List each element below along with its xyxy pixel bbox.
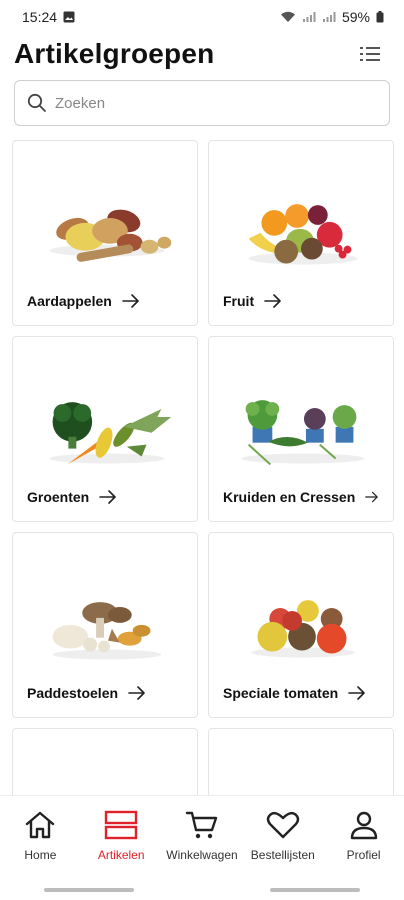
herbs-image [241,400,365,466]
heart-icon [266,811,299,839]
category-label: Aardappelen [27,293,112,309]
arrow-right-icon [122,294,139,308]
arrow-right-icon [348,686,365,700]
arrow-right-icon [365,491,379,503]
category-label: Speciale tomaten [223,685,339,701]
gallery-notification-icon [63,11,75,23]
card-footer: Fruit [223,293,379,309]
signal-icon-2 [322,12,336,22]
search-bar[interactable] [14,80,390,126]
category-grid: Aardappelen Fruit Groenten Kruiden en Cr… [12,140,394,795]
category-label: Paddestoelen [27,685,119,701]
card-footer: Aardappelen [27,293,183,309]
vegetables-image [49,402,172,465]
arrow-right-icon [128,686,145,700]
list-view-toggle[interactable] [358,42,382,66]
gesture-bar-left [44,888,134,892]
page-title: Artikelgroepen [14,38,215,69]
category-card-paddestoelen[interactable]: Paddestoelen [12,532,198,718]
status-right: 59% [280,9,384,25]
profile-icon [350,811,377,840]
list-icon [360,47,380,61]
nav-label: Profiel [346,848,381,862]
arrow-right-icon [264,294,281,308]
nav-label: Artikelen [97,848,145,862]
category-card-groenten[interactable]: Groenten [12,336,198,522]
fruit-image [248,204,358,265]
category-card-aardappelen[interactable]: Aardappelen [12,140,198,326]
nav-label: Bestellijsten [250,848,315,862]
category-label: Groenten [27,489,90,505]
card-footer: Speciale tomaten [223,685,379,701]
status-left: 15:24 [22,9,75,25]
category-card-fruit[interactable]: Fruit [208,140,394,326]
tomatoes-image [251,600,355,658]
cart-icon [185,811,218,839]
battery-icon [376,11,384,23]
card-footer: Paddestoelen [27,685,183,701]
header: Artikelgroepen [0,34,404,74]
nav-label: Home [24,848,57,862]
nav-bestellijsten[interactable]: Bestellijsten [243,810,323,862]
search-icon [27,93,46,112]
category-card-partial-right[interactable] [208,728,394,795]
nav-label: Winkelwagen [166,848,238,862]
nav-winkelwagen[interactable]: Winkelwagen [162,810,242,862]
bottom-navigation: Home Artikelen Winkelwagen Bestellijsten… [0,795,404,885]
category-label: Fruit [223,293,255,309]
nav-home[interactable]: Home [0,810,80,862]
category-card-partial-left[interactable] [12,728,198,795]
nav-artikelen[interactable]: Artikelen [81,810,161,862]
category-label: Kruiden en Cressen [223,489,356,505]
signal-icon [302,12,316,22]
search-input[interactable] [55,81,377,125]
potatoes-image [49,209,172,262]
articles-icon [104,810,138,840]
status-time: 15:24 [22,9,58,25]
arrow-right-icon [99,490,117,504]
category-card-kruiden-en-cressen[interactable]: Kruiden en Cressen [208,336,394,522]
card-footer: Groenten [27,489,183,505]
category-card-speciale-tomaten[interactable]: Speciale tomaten [208,532,394,718]
nav-profiel[interactable]: Profiel [324,810,404,862]
mushrooms-image [52,602,162,660]
wifi-icon [280,11,295,22]
card-footer: Kruiden en Cressen [223,489,379,505]
home-icon [26,811,55,839]
battery-percent: 59% [341,9,370,25]
gesture-bar-right [270,888,360,892]
status-bar: 15:24 59% [0,0,404,34]
